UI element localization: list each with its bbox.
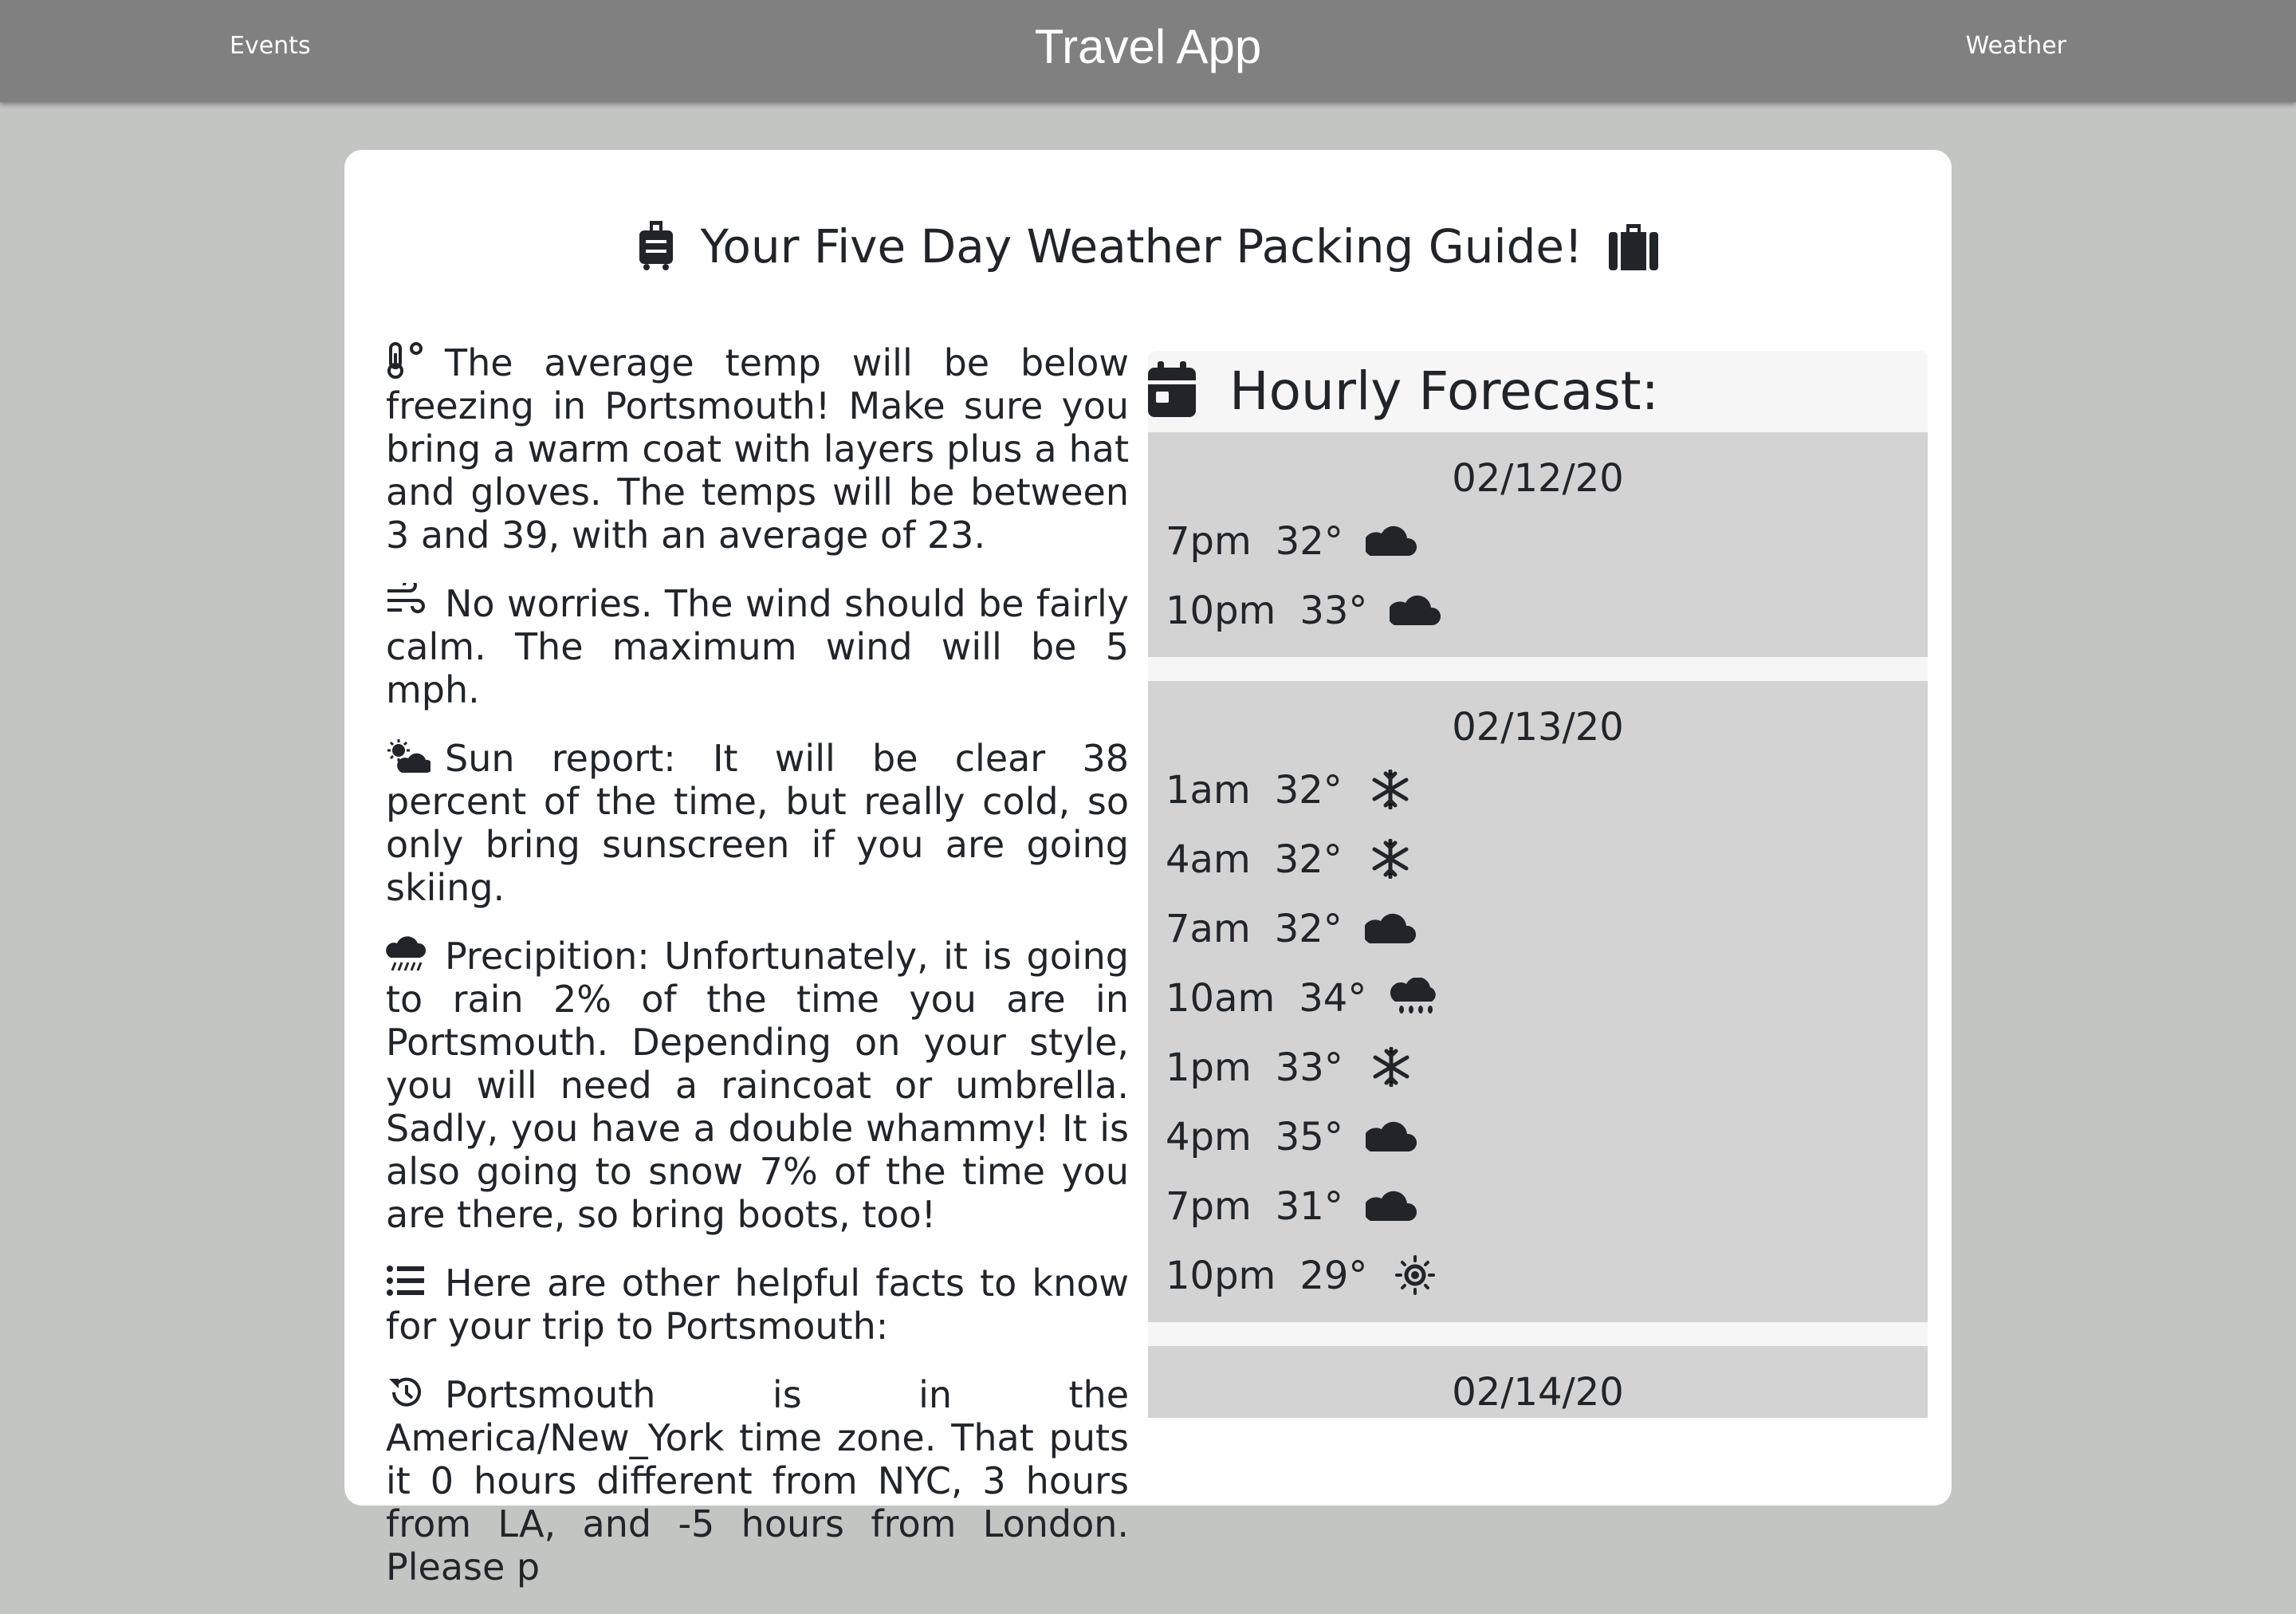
forecast-day: 02/13/20 1am 32° 4am 32° 7am 32° 10am 34° 1p… (1148, 681, 1928, 1322)
hour-time: 4am (1166, 837, 1251, 882)
temperature-advice: The average temp will be below freezing … (386, 341, 1129, 557)
sun-advice: Sun report: It will be clear 38 percent … (386, 737, 1129, 909)
day-divider (1148, 1322, 1928, 1346)
cloud-icon (1365, 1121, 1417, 1151)
nav-weather-link[interactable]: Weather (1966, 32, 2066, 60)
day-divider (1148, 657, 1928, 681)
forecast-day: 02/12/20 7pm 32° 10pm 33° (1148, 432, 1928, 657)
snowflake-icon (1373, 1047, 1409, 1087)
timezone-fact-text: Portsmouth is in the America/New_York ti… (386, 1373, 1129, 1588)
forecast-hour-row: 10pm 33° (1148, 588, 1928, 657)
hour-temp: 32° (1274, 837, 1343, 882)
rain-icon (1390, 978, 1437, 1014)
forecast-date: 02/13/20 (1452, 705, 1624, 750)
forecast-hour-row: 7pm 31° (1148, 1183, 1928, 1253)
hour-temp: 32° (1274, 907, 1343, 951)
hour-time: 1am (1166, 768, 1251, 813)
wind-advice-text: No worries. The wind should be fairly ca… (386, 582, 1129, 711)
hour-temp: 34° (1299, 976, 1367, 1021)
app-brand[interactable]: Travel App (0, 19, 2296, 74)
suitcase-icon (1608, 224, 1658, 270)
forecast-hour-row: 10pm 29° (1148, 1253, 1928, 1322)
wind-icon (387, 583, 425, 613)
timezone-fact: Portsmouth is in the America/New_York ti… (386, 1373, 1129, 1588)
guide-title-text: Your Five Day Weather Packing Guide! (700, 219, 1583, 274)
hour-time: 4pm (1166, 1115, 1252, 1159)
history-icon (389, 1377, 421, 1407)
top-navbar: Events Travel App Weather (0, 0, 2296, 102)
wind-advice: No worries. The wind should be fairly ca… (386, 582, 1129, 711)
sun-advice-text: Sun report: It will be clear 38 percent … (386, 737, 1129, 909)
calendar-icon (1148, 361, 1196, 417)
forecast-day: 02/14/20 (1148, 1346, 1928, 1418)
forecast-hour-row: 4am 32° (1148, 837, 1928, 906)
hour-time: 10am (1166, 976, 1276, 1021)
hour-time: 7pm (1166, 1184, 1252, 1229)
forecast-hour-row: 4pm 35° (1148, 1114, 1928, 1183)
hour-temp: 35° (1275, 1115, 1343, 1159)
hour-time: 7am (1166, 907, 1251, 951)
temperature-advice-text: The average temp will be below freezing … (386, 341, 1129, 557)
cloud-icon (1390, 595, 1441, 625)
precipitation-advice: Precipition: Unfortunately, it is going … (386, 935, 1129, 1236)
hour-temp: 29° (1299, 1254, 1368, 1298)
sun-icon (1395, 1255, 1436, 1295)
packing-advice: The average temp will be below freezing … (386, 341, 1129, 1614)
cloud-icon (1365, 1191, 1417, 1221)
cloud-icon (1365, 526, 1417, 556)
helpful-facts-intro: Here are other helpful facts to know for… (386, 1262, 1129, 1348)
forecast-hour-row: 10am 34° (1148, 975, 1928, 1045)
hour-time: 7pm (1166, 519, 1252, 564)
forecast-hour-row: 7am 32° (1148, 906, 1928, 975)
rain-cloud-icon (386, 936, 427, 971)
forecast-date: 02/12/20 (1452, 456, 1624, 501)
precipitation-advice-text: Precipition: Unfortunately, it is going … (386, 935, 1129, 1236)
forecast-date: 02/14/20 (1452, 1370, 1624, 1415)
hour-temp: 32° (1275, 519, 1343, 564)
sun-cloud-icon (387, 739, 431, 773)
guide-title: Your Five Day Weather Packing Guide! (344, 218, 1952, 274)
list-icon (387, 1266, 424, 1296)
hour-temp: 32° (1274, 768, 1343, 813)
cloud-icon (1364, 913, 1416, 943)
hour-temp: 33° (1275, 1045, 1343, 1090)
hour-temp: 33° (1299, 589, 1368, 633)
thermometer-icon (387, 342, 423, 379)
hourly-forecast-header: Hourly Forecast: (1148, 351, 1928, 432)
hour-time: 10pm (1166, 1254, 1276, 1298)
packing-guide-card: Your Five Day Weather Packing Guide! The… (344, 150, 1952, 1588)
suitcase-rolling-icon (639, 221, 674, 270)
forecast-hour-row: 1pm 33° (1148, 1045, 1928, 1114)
hourly-forecast-panel: Hourly Forecast: 02/12/20 7pm 32° 10pm 33°… (1148, 351, 1928, 1432)
hour-time: 10pm (1166, 589, 1276, 633)
hour-time: 1pm (1166, 1045, 1252, 1090)
forecast-hour-row: 1am 32° (1148, 767, 1928, 837)
hour-temp: 31° (1275, 1184, 1343, 1229)
helpful-facts-intro-text: Here are other helpful facts to know for… (386, 1262, 1129, 1348)
snowflake-icon (1372, 770, 1409, 809)
forecast-hour-row: 7pm 32° (1148, 518, 1928, 588)
snowflake-icon (1372, 839, 1409, 879)
hourly-forecast-title: Hourly Forecast: (1229, 360, 1659, 422)
